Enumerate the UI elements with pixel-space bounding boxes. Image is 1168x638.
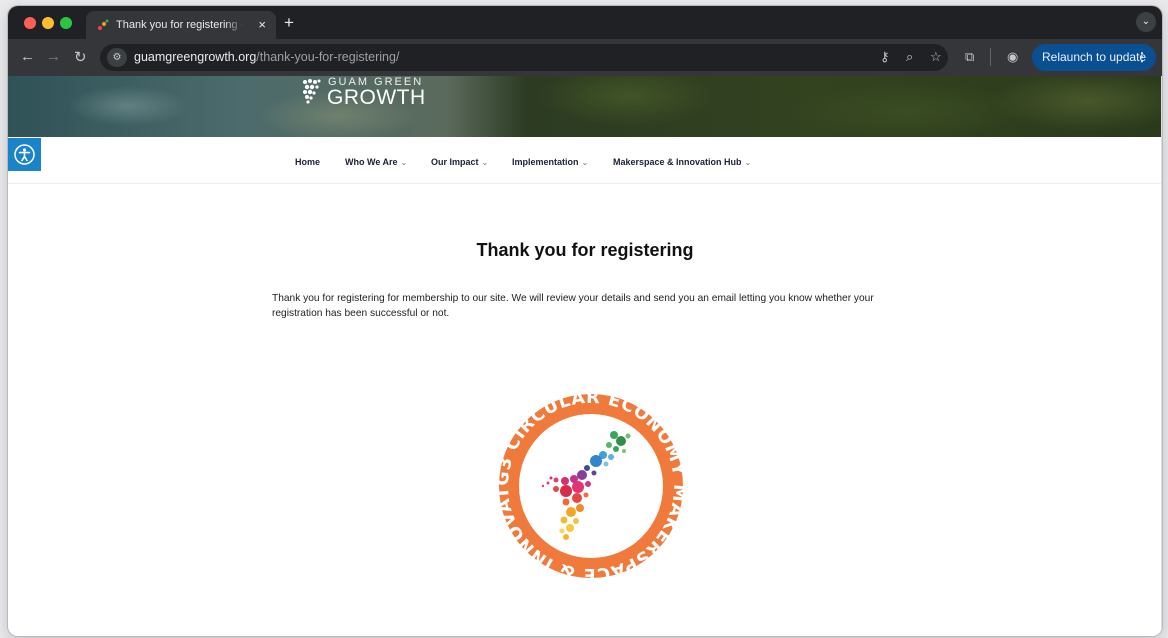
new-tab-button[interactable]: +	[284, 13, 294, 33]
logo-main-text: GROWTH	[327, 86, 426, 109]
chevron-down-icon: ⌄	[581, 158, 589, 167]
nav-label: Who We Are	[345, 157, 398, 167]
url-text[interactable]: guamgreengrowth.org/thank-you-for-regist…	[134, 50, 399, 64]
relaunch-label: Relaunch to update	[1042, 50, 1147, 64]
accessibility-icon	[14, 144, 35, 165]
header-banner: GUAM GREEN GROWTH	[8, 76, 1162, 137]
password-key-icon[interactable]: ⚷	[880, 49, 890, 65]
nav-item-who-we-are[interactable]: Who We Are ⌄	[345, 157, 407, 167]
chevron-down-icon: ⌄	[400, 158, 408, 167]
maximize-window-button[interactable]	[60, 17, 72, 29]
web-page: GUAM GREEN GROWTH Home Who We Are ⌄ Our I…	[8, 76, 1162, 636]
url-path: /thank-you-for-registering/	[256, 50, 400, 64]
zoom-icon[interactable]: ⌕	[906, 49, 913, 65]
forward-arrow-icon[interactable]: →	[46, 48, 61, 65]
relaunch-button[interactable]: Relaunch to update ⋮	[1032, 44, 1156, 71]
nav-label: Our Impact	[431, 157, 479, 167]
accessibility-button[interactable]	[8, 138, 41, 171]
tab-strip: Thank you for registering - Guam Green G…	[8, 6, 1162, 39]
bookmark-star-icon[interactable]: ☆	[930, 49, 942, 65]
tab-title: Thank you for registering - Guam Green G…	[116, 19, 244, 31]
favicon-icon	[98, 19, 109, 30]
main-navigation: Home Who We Are ⌄ Our Impact ⌄ Implementat…	[8, 137, 1162, 184]
nav-item-implementation[interactable]: Implementation ⌄	[512, 157, 588, 167]
address-bar[interactable]: ⚙ guamgreengrowth.org/thank-you-for-regi…	[100, 44, 948, 71]
minimize-window-button[interactable]	[42, 17, 54, 29]
nav-label: Makerspace & Innovation Hub	[613, 157, 742, 167]
g3-makerspace-logo: G3 CIRCULAR ECONOMY MAKERSPACE & INNOVAT…	[486, 381, 689, 584]
confirmation-message: Thank you for registering for membership…	[272, 293, 874, 319]
browser-tab[interactable]: Thank you for registering - Guam Green G…	[86, 11, 276, 39]
page-edge	[1161, 76, 1162, 636]
tab-close-icon[interactable]: ×	[258, 17, 266, 32]
back-arrow-icon[interactable]: ←	[20, 48, 35, 65]
menu-dots-icon[interactable]: ⋮	[1136, 44, 1148, 71]
tab-search-icon[interactable]: ⌄	[1136, 12, 1156, 32]
chevron-down-icon: ⌄	[744, 158, 752, 167]
browser-window: Thank you for registering - Guam Green G…	[8, 6, 1162, 636]
url-host: guamgreengrowth.org	[134, 50, 257, 64]
nav-item-home[interactable]: Home	[295, 157, 320, 167]
nav-label: Implementation	[512, 157, 579, 167]
chevron-down-icon: ⌄	[481, 158, 489, 167]
toolbar-divider	[990, 48, 991, 66]
nav-item-our-impact[interactable]: Our Impact ⌄	[431, 157, 488, 167]
nav-label: Home	[295, 157, 321, 167]
browser-toolbar: ← → ↻ ⚙ guamgreengrowth.org/thank-you-fo…	[8, 39, 1162, 76]
site-info-icon[interactable]: ⚙	[107, 48, 127, 67]
page-title: Thank you for registering	[476, 240, 694, 260]
profile-icon[interactable]: ◉	[1007, 49, 1018, 65]
logo-mark-icon	[303, 79, 321, 104]
extensions-icon[interactable]: ⧉	[965, 49, 974, 65]
close-window-button[interactable]	[24, 17, 36, 29]
nav-item-makerspace[interactable]: Makerspace & Innovation Hub ⌄	[613, 157, 751, 167]
reload-icon[interactable]: ↻	[74, 48, 87, 66]
